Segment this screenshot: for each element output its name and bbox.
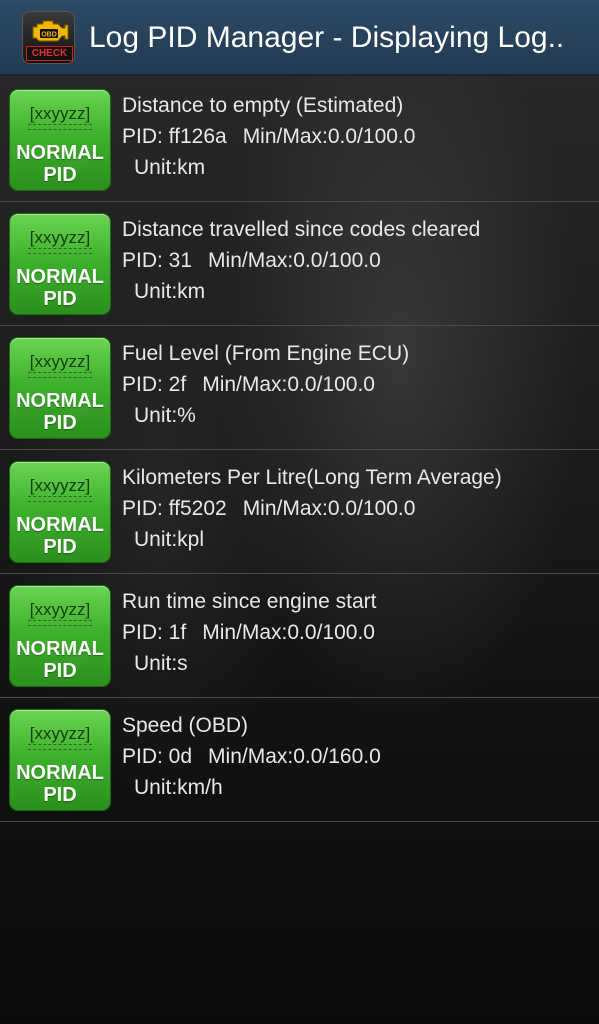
normal-pid-badge: [xxyyzz] NORMAL PID (9, 709, 111, 811)
pid-code: PID: 1f (122, 621, 187, 644)
pid-unit: Unit:km/h (134, 776, 223, 799)
badge-divider (28, 620, 92, 626)
badge-divider (28, 372, 92, 378)
pid-info: Fuel Level (From Engine ECU) PID: 2f Min/… (122, 338, 592, 431)
badge-code: [xxyyzz] (29, 104, 91, 123)
pid-minmax: Min/Max:0.0/160.0 (208, 745, 381, 768)
badge-type: NORMAL PID (10, 266, 110, 310)
pid-name: Run time since engine start (122, 590, 377, 613)
badge-type-line2: PID (43, 784, 77, 806)
pid-minmax: Min/Max:0.0/100.0 (208, 249, 381, 272)
list-item[interactable]: [xxyyzz] NORMAL PID Distance travelled s… (0, 202, 599, 326)
pid-details: PID: 31 Min/Max:0.0/100.0 (122, 245, 592, 276)
action-bar: OBD CHECK Log PID Manager - Displaying L… (0, 0, 599, 76)
pid-unit: Unit:km (134, 156, 206, 179)
badge-type: NORMAL PID (10, 514, 110, 558)
pid-unit: Unit:kpl (134, 528, 205, 551)
normal-pid-badge: [xxyyzz] NORMAL PID (9, 337, 111, 439)
badge-type: NORMAL PID (10, 638, 110, 682)
pid-minmax: Min/Max:0.0/100.0 (202, 621, 375, 644)
normal-pid-badge: [xxyyzz] NORMAL PID (9, 461, 111, 563)
list-item[interactable]: [xxyyzz] NORMAL PID Speed (OBD) PID: 0d M… (0, 698, 599, 822)
list-item[interactable]: [xxyyzz] NORMAL PID Run time since engin… (0, 574, 599, 698)
icon-check-label: CHECK (26, 46, 73, 61)
pid-code: PID: 31 (122, 249, 193, 272)
pid-info: Distance to empty (Estimated) PID: ff126… (122, 90, 592, 183)
pid-code: PID: 0d (122, 745, 193, 768)
pid-info: Run time since engine start PID: 1f Min/M… (122, 586, 592, 679)
pid-name: Fuel Level (From Engine ECU) (122, 342, 410, 365)
badge-type-line2: PID (43, 536, 77, 558)
pid-name: Distance to empty (Estimated) (122, 94, 404, 117)
pid-minmax: Min/Max:0.0/100.0 (202, 373, 375, 396)
normal-pid-badge: [xxyyzz] NORMAL PID (9, 89, 111, 191)
badge-code: [xxyyzz] (29, 352, 91, 371)
page-title: Log PID Manager - Displaying Log.. (89, 21, 565, 54)
badge-code: [xxyyzz] (29, 228, 91, 247)
badge-type-line1: NORMAL (16, 390, 104, 412)
pid-info: Distance travelled since codes cleared P… (122, 214, 592, 307)
pid-details: PID: 2f Min/Max:0.0/100.0 (122, 369, 592, 400)
engine-icon: OBD (32, 20, 69, 42)
pid-details: PID: 0d Min/Max:0.0/160.0 (122, 741, 592, 772)
pid-list: [xxyyzz] NORMAL PID Distance to empty (E… (0, 78, 599, 822)
badge-type-line1: NORMAL (16, 762, 104, 784)
pid-name: Speed (OBD) (122, 714, 249, 737)
pid-details: PID: ff5202 Min/Max:0.0/100.0 (122, 493, 592, 524)
list-item[interactable]: [xxyyzz] NORMAL PID Fuel Level (From Eng… (0, 326, 599, 450)
icon-top-text: OBD (41, 32, 57, 39)
pid-minmax: Min/Max:0.0/100.0 (242, 497, 416, 520)
pid-name: Distance travelled since codes cleared (122, 218, 481, 241)
pid-details: PID: ff126a Min/Max:0.0/100.0 (122, 121, 592, 152)
badge-type-line2: PID (43, 412, 77, 434)
pid-minmax: Min/Max:0.0/100.0 (242, 125, 416, 148)
badge-divider (28, 744, 92, 750)
normal-pid-badge: [xxyyzz] NORMAL PID (9, 213, 111, 315)
pid-code: PID: ff126a (122, 125, 227, 148)
pid-name: Kilometers Per Litre(Long Term Average) (122, 466, 502, 489)
pid-info: Kilometers Per Litre(Long Term Average) … (122, 462, 592, 555)
list-item[interactable]: [xxyyzz] NORMAL PID Kilometers Per Litre… (0, 450, 599, 574)
pid-code: PID: ff5202 (122, 497, 227, 520)
badge-type-line1: NORMAL (16, 514, 104, 536)
badge-code: [xxyyzz] (29, 476, 91, 495)
pid-unit: Unit:km (134, 280, 206, 303)
normal-pid-badge: [xxyyzz] NORMAL PID (9, 585, 111, 687)
pid-code: PID: 2f (122, 373, 187, 396)
badge-type-line2: PID (43, 660, 77, 682)
badge-divider (28, 124, 92, 130)
pid-details: PID: 1f Min/Max:0.0/100.0 (122, 617, 592, 648)
list-item[interactable]: [xxyyzz] NORMAL PID Distance to empty (E… (0, 78, 599, 202)
obd-check-engine-icon[interactable]: OBD CHECK (22, 11, 75, 64)
badge-type: NORMAL PID (10, 142, 110, 186)
badge-type-line2: PID (43, 164, 77, 186)
badge-type: NORMAL PID (10, 390, 110, 434)
badge-type-line1: NORMAL (16, 266, 104, 288)
pid-unit: Unit:% (134, 404, 196, 427)
pid-info: Speed (OBD) PID: 0d Min/Max:0.0/160.0 Uni… (122, 710, 592, 803)
badge-divider (28, 496, 92, 502)
badge-code: [xxyyzz] (29, 724, 91, 743)
badge-type-line1: NORMAL (16, 142, 104, 164)
badge-type: NORMAL PID (10, 762, 110, 806)
badge-code: [xxyyzz] (29, 600, 91, 619)
badge-type-line2: PID (43, 288, 77, 310)
pid-unit: Unit:s (134, 652, 188, 675)
badge-type-line1: NORMAL (16, 638, 104, 660)
badge-divider (28, 248, 92, 254)
